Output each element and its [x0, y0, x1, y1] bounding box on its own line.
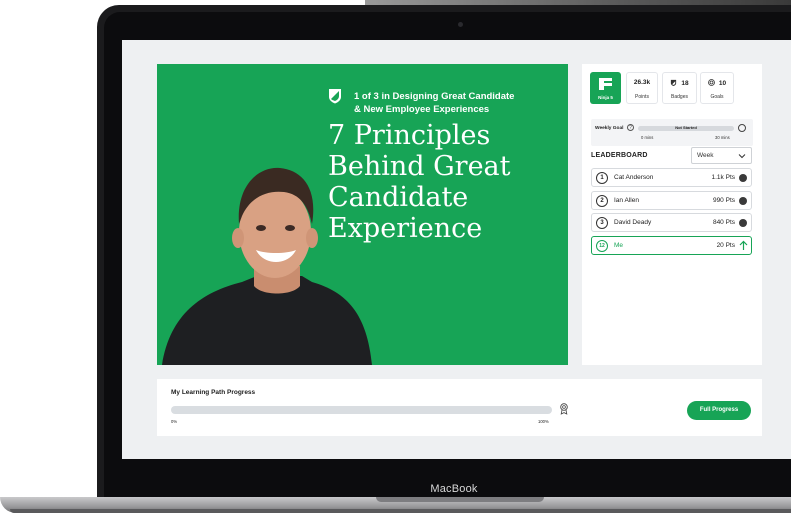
leaderboard-period-select[interactable]: Week — [691, 147, 752, 164]
leaderboard-points: 1.1k Pts — [711, 174, 735, 181]
device-label: MacBook — [430, 483, 478, 495]
avatar — [739, 219, 747, 227]
weekly-goal-max: 30 mins — [715, 135, 730, 140]
goals-value: 10 — [718, 80, 727, 87]
arrow-up-icon — [739, 240, 748, 250]
badges-stat[interactable]: 18 Badges — [662, 72, 697, 104]
trophy-icon — [560, 403, 568, 415]
learning-path-progress-bar — [171, 406, 552, 414]
leaderboard-period-value: Week — [697, 152, 714, 159]
rank-badge: 3 — [596, 217, 608, 229]
avatar — [739, 174, 747, 182]
leaderboard-points: 20 Pts — [716, 242, 735, 249]
progress-max-label: 100% — [538, 419, 549, 424]
shield-logo-icon — [329, 89, 341, 104]
goals-stat[interactable]: 10 Goals — [700, 72, 734, 104]
weekly-goal-status: Not Started — [675, 125, 697, 130]
goal-target-icon — [738, 124, 746, 132]
leaderboard-row-me[interactable]: 12 Me 20 Pts — [591, 236, 752, 255]
target-icon — [708, 79, 715, 86]
avatar — [739, 197, 747, 205]
help-icon[interactable]: ? — [627, 124, 634, 131]
course-series-label: 1 of 3 in Designing Great Candidate & Ne… — [354, 91, 515, 115]
laptop-base-notch — [376, 497, 544, 502]
chevron-down-icon — [738, 154, 746, 159]
goals-label: Goals — [710, 94, 724, 100]
laptop-base-shadow — [10, 509, 791, 513]
learning-path-title: My Learning Path Progress — [171, 389, 256, 396]
presenter-photo — [162, 167, 372, 365]
goals-value-wrap: 10 — [701, 79, 733, 87]
weekly-goal-widget[interactable]: Weekly Goal ? Not Started 0 mins 30 mins — [591, 119, 753, 146]
rank-badge: 12 — [596, 240, 608, 252]
learning-path-progress-card: My Learning Path Progress 0% 100% Full P… — [157, 379, 762, 436]
rank-badge: 1 — [596, 172, 608, 184]
badges-value-wrap: 18 — [663, 79, 696, 87]
rank-badge: 2 — [596, 195, 608, 207]
weekly-goal-label: Weekly Goal — [595, 126, 624, 131]
leaderboard-row[interactable]: 1 Cat Anderson 1.1k Pts — [591, 168, 752, 187]
leaderboard-points: 840 Pts — [712, 219, 735, 226]
leaderboard-name: Me — [614, 242, 624, 249]
leaderboard-name: Ian Allen — [614, 197, 639, 204]
ninja-level-icon — [599, 78, 612, 90]
badges-label: Badges — [671, 94, 688, 100]
camera-icon — [458, 22, 463, 27]
leaderboard-title: LEADERBOARD — [591, 152, 648, 159]
points-label: Points — [635, 94, 649, 100]
full-progress-button[interactable]: Full Progress — [687, 401, 751, 420]
badges-value: 18 — [681, 80, 689, 87]
leaderboard-name: David Deady — [614, 219, 652, 226]
leaderboard-name: Cat Anderson — [614, 174, 654, 181]
leaderboard-points: 990 Pts — [712, 197, 735, 204]
leaderboard-row[interactable]: 3 David Deady 840 Pts — [591, 213, 752, 232]
badge-icon — [671, 79, 677, 86]
ninja-level-label: Ninja 5 — [598, 95, 613, 100]
progress-min-label: 0% — [171, 419, 178, 424]
ninja-level-badge[interactable]: Ninja 5 — [590, 72, 621, 104]
points-value: 26.3k — [633, 79, 651, 86]
course-hero-banner[interactable]: 1 of 3 in Designing Great Candidate & Ne… — [157, 64, 568, 365]
leaderboard-row[interactable]: 2 Ian Allen 990 Pts — [591, 191, 752, 210]
points-stat[interactable]: 26.3k Points — [626, 72, 658, 104]
weekly-goal-min: 0 mins — [641, 135, 654, 140]
